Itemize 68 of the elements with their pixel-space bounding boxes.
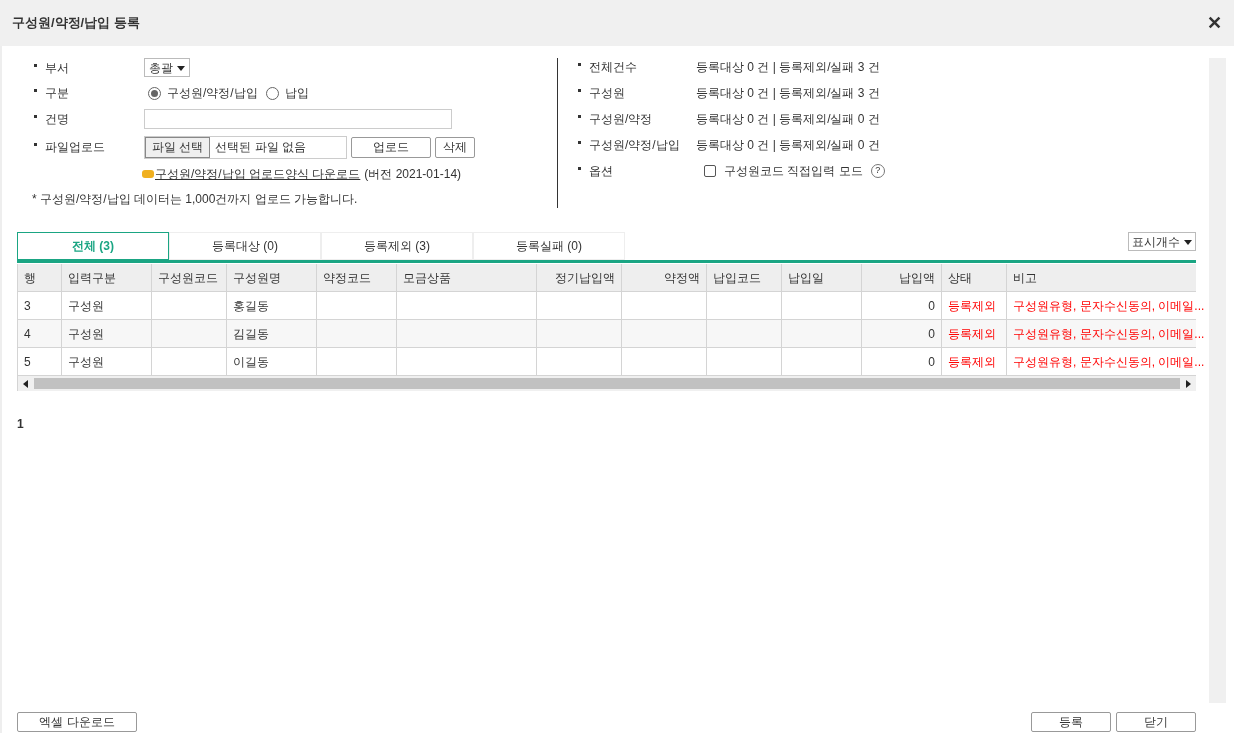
checkbox[interactable] — [704, 165, 716, 177]
tab[interactable]: 등록실패 (0) — [473, 232, 625, 260]
column-header: 구성원코드 — [152, 264, 227, 291]
table-cell: 3 — [18, 292, 62, 319]
count-text: 등록대상 0 건 | 등록제외/실패 3 건 — [696, 85, 880, 102]
chevron-icon — [1184, 237, 1192, 246]
field-label: 구분 — [45, 85, 69, 102]
upload-button[interactable]: 업로드 — [351, 136, 431, 158]
column-header: 약정액 — [622, 264, 707, 291]
table-cell: 0 — [862, 348, 942, 375]
table-cell: 등록제외 — [942, 348, 1007, 375]
field-label: 구성원/약정/납입 — [589, 137, 680, 154]
tab[interactable]: 등록제외 (3) — [321, 232, 473, 260]
page-size-select[interactable]: 표시개수 — [1128, 232, 1196, 251]
column-header: 구성원명 — [227, 264, 317, 291]
table-cell: 홍길동 — [227, 292, 317, 319]
table-cell: 구성원 — [62, 348, 152, 375]
count-text: 등록대상 0 건 | 등록제외/실패 0 건 — [696, 111, 880, 128]
column-header: 모금상품 — [397, 264, 537, 291]
checkbox-label: 구성원코드 직접입력 모드 — [724, 163, 863, 180]
column-header: 납입액 — [862, 264, 942, 291]
table-cell: 구성원 — [62, 292, 152, 319]
count-text: 등록대상 0 건 | 등록제외/실패 3 건 — [696, 59, 880, 76]
column-header: 행 — [18, 264, 62, 291]
column-header: 입력구분 — [62, 264, 152, 291]
table-cell: 등록제외 — [942, 320, 1007, 347]
field-label: 옵션 — [589, 163, 613, 180]
close-button[interactable]: ✕ — [1207, 9, 1222, 37]
scroll-right-icon — [1184, 379, 1192, 388]
column-header: 정기납입액 — [537, 264, 622, 291]
close-button[interactable]: 닫기 — [1116, 712, 1196, 732]
column-header: 납입코드 — [707, 264, 782, 291]
tab[interactable]: 등록대상 (0) — [169, 232, 321, 260]
template-download-link[interactable]: 구성원/약정/납입 업로드양식 다운로드 — [155, 165, 361, 183]
field-label: 구성원 — [589, 85, 625, 102]
table-cell: 0 — [862, 292, 942, 319]
window-title: 구성원/약정/납입 등록 — [12, 14, 140, 33]
hand-icon — [142, 170, 154, 178]
version-text: (버전 2021-01-14) — [364, 166, 462, 183]
field-label: 부서 — [45, 59, 69, 77]
table-cell: 0 — [862, 320, 942, 347]
choose-file-button[interactable]: 파일 선택 — [145, 136, 211, 158]
table-cell: 구성원 — [62, 320, 152, 347]
excel-download-button[interactable]: 엑셀 다운로드 — [17, 712, 137, 732]
table-cell: 등록제외 — [942, 292, 1007, 319]
file-name: 선택된 파일 없음 — [214, 139, 307, 156]
field-label: 파일업로드 — [45, 139, 105, 156]
column-header: 납입일 — [782, 264, 862, 291]
radio-label: 납입 — [284, 85, 309, 102]
register-button[interactable]: 등록 — [1031, 712, 1111, 732]
field-label: 전체건수 — [589, 59, 637, 76]
department-select[interactable]: 총괄 — [144, 58, 190, 77]
count-text: 등록대상 0 건 | 등록제외/실패 0 건 — [696, 137, 880, 154]
column-header: 상태 — [942, 264, 1007, 291]
delete-button[interactable]: 삭제 — [435, 136, 475, 158]
scroll-left-icon — [22, 379, 30, 388]
table-cell: 4 — [18, 320, 62, 347]
upload-note: * 구성원/약정/납입 데이터는 1,000건까지 업로드 가능합니다. — [32, 191, 359, 208]
field-label: 구성원/약정 — [589, 111, 653, 128]
field-label: 건명 — [45, 111, 69, 128]
file-field[interactable]: 파일 선택 선택된 파일 없음 — [144, 135, 347, 159]
table-cell: 이길동 — [227, 348, 317, 375]
radio-label: 구성원/약정/납입 — [167, 85, 258, 102]
column-header: 약정코드 — [317, 264, 397, 291]
page-number[interactable]: 1 — [17, 415, 24, 433]
chevron-icon — [177, 63, 185, 72]
table-cell: 김길동 — [227, 320, 317, 347]
table-cell: 5 — [18, 348, 62, 375]
